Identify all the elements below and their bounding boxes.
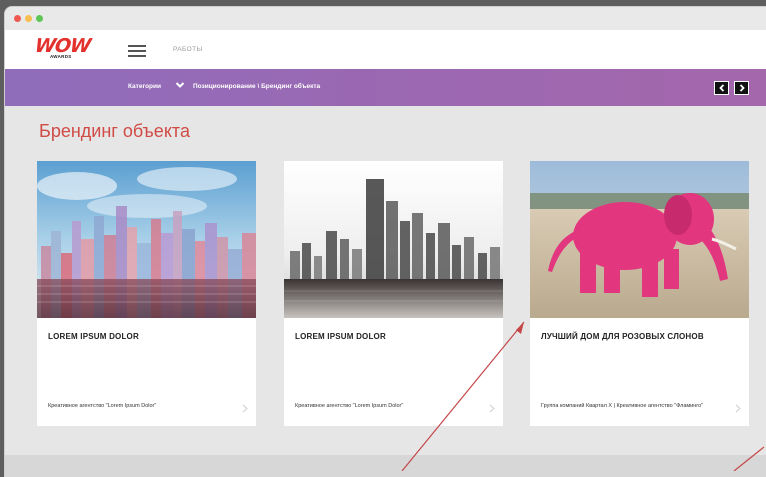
card-title[interactable]: LOREM IPSUM DOLOR (48, 332, 139, 341)
project-image-city-dark[interactable] (284, 161, 503, 318)
project-image-pink-elephant[interactable] (530, 161, 749, 318)
minimize-window-icon[interactable] (25, 15, 32, 22)
breadcrumb[interactable]: Позиционирование \ Брендинг объекта (193, 83, 320, 90)
close-window-icon[interactable] (14, 15, 21, 22)
maximize-window-icon[interactable] (36, 15, 43, 22)
chevron-down-icon[interactable] (175, 80, 185, 90)
logo-subtitle: AWARDS (50, 54, 72, 59)
card-title[interactable]: ЛУЧШИЙ ДОМ ДЛЯ РОЗОВЫХ СЛОНОВ (541, 332, 704, 341)
chevron-right-icon[interactable] (242, 404, 248, 413)
nav-link-works[interactable]: РАБОТЫ (173, 46, 203, 53)
project-image-city-colorful[interactable] (37, 161, 256, 318)
project-card-2[interactable]: LOREM IPSUM DOLOR Креативное агентство "… (284, 161, 503, 426)
category-bar: Категории Позиционирование \ Брендинг об… (5, 69, 766, 106)
chevron-right-icon[interactable] (735, 404, 741, 413)
card-title[interactable]: LOREM IPSUM DOLOR (295, 332, 386, 341)
chevron-right-icon (739, 84, 745, 92)
window-titlebar (5, 7, 766, 30)
top-navigation: WOW AWARDS РАБОТЫ (5, 30, 766, 69)
page-title: Брендинг объекта (39, 121, 190, 141)
prev-button[interactable] (714, 81, 729, 95)
chevron-left-icon (719, 84, 725, 92)
next-button[interactable] (734, 81, 749, 95)
card-agency: Группа компаний Квартал Х | Креативное а… (541, 403, 704, 409)
chevron-right-icon[interactable] (489, 404, 495, 413)
wow-awards-logo[interactable]: WOW AWARDS (33, 35, 91, 64)
footer-strip (5, 455, 766, 477)
categories-dropdown-label[interactable]: Категории (128, 83, 161, 90)
logo-word: WOW (33, 35, 92, 57)
browser-window: WOW AWARDS РАБОТЫ Категории Позициониров… (5, 7, 766, 477)
project-card-3[interactable]: ЛУЧШИЙ ДОМ ДЛЯ РОЗОВЫХ СЛОНОВ Группа ком… (530, 161, 749, 426)
card-agency: Креативное агентство "Lorem Ipsum Dolor" (48, 403, 157, 409)
card-agency: Креативное агентство "Lorem Ipsum Dolor" (295, 403, 404, 409)
hamburger-icon[interactable] (128, 45, 146, 57)
project-card-1[interactable]: LOREM IPSUM DOLOR Креативное агентство "… (37, 161, 256, 426)
